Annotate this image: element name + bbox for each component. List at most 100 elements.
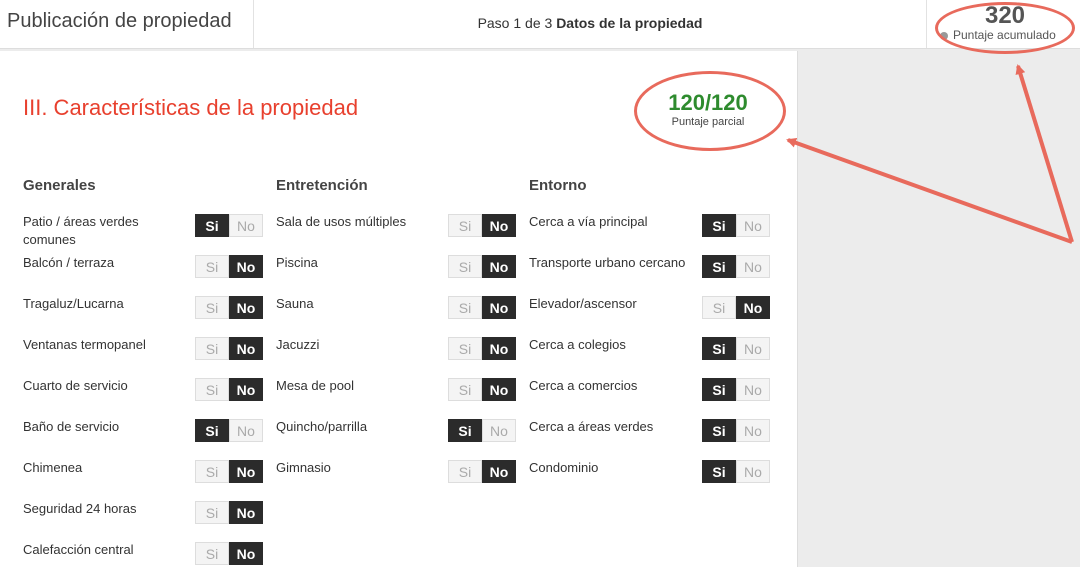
toggle-yes-option[interactable]: Si — [702, 460, 736, 483]
toggle-no-option[interactable]: No — [229, 255, 263, 278]
yes-no-toggle[interactable]: Si No — [448, 460, 516, 483]
yes-no-toggle[interactable]: Si No — [702, 378, 770, 401]
feature-label: Seguridad 24 horas — [23, 501, 137, 516]
toggle-yes-option[interactable]: Si — [702, 337, 736, 360]
toggle-yes-option[interactable]: Si — [702, 255, 736, 278]
column-heading: Entorno — [529, 177, 587, 194]
toggle-no-option[interactable]: No — [229, 419, 263, 442]
feature-label: Cerca a áreas verdes — [529, 419, 654, 434]
toggle-yes-option[interactable]: Si — [448, 255, 482, 278]
divider — [926, 0, 927, 48]
toggle-yes-option[interactable]: Si — [448, 296, 482, 319]
column-heading: Entretención — [276, 177, 368, 194]
yes-no-toggle[interactable]: Si No — [702, 296, 770, 319]
toggle-yes-option[interactable]: Si — [195, 419, 229, 442]
feature-label: Sala de usos múltiples — [276, 214, 407, 229]
feature-label: Baño de servicio — [23, 419, 120, 434]
section-title: III. Características de la propiedad — [23, 95, 359, 120]
toggle-no-option[interactable]: No — [229, 214, 263, 237]
yes-no-toggle[interactable]: Si No — [702, 460, 770, 483]
yes-no-toggle[interactable]: Si No — [448, 255, 516, 278]
yes-no-toggle[interactable]: Si No — [702, 214, 770, 237]
feature-label: Quincho/parrilla — [276, 419, 368, 434]
toggle-no-option[interactable]: No — [482, 296, 516, 319]
feature-label: Mesa de pool — [276, 378, 355, 393]
top-bar: Publicación de propiedad Paso 1 de 3 Dat… — [0, 0, 1080, 49]
feature-label: Ventanas termopanel — [23, 337, 146, 352]
yes-no-toggle[interactable]: Si No — [195, 542, 263, 565]
yes-no-toggle[interactable]: Si No — [195, 378, 263, 401]
toggle-yes-option[interactable]: Si — [702, 378, 736, 401]
toggle-yes-option[interactable]: Si — [702, 214, 736, 237]
feature-label: Elevador/ascensor — [529, 296, 637, 311]
toggle-yes-option[interactable]: Si — [195, 378, 229, 401]
toggle-no-option[interactable]: No — [482, 378, 516, 401]
toggle-yes-option[interactable]: Si — [448, 419, 482, 442]
toggle-yes-option[interactable]: Si — [702, 419, 736, 442]
partial-score-label: Puntaje parcial — [671, 116, 745, 128]
toggle-yes-option[interactable]: Si — [195, 214, 229, 237]
yes-no-toggle[interactable]: Si No — [195, 214, 263, 237]
page-title: Publicación de propiedad — [7, 10, 232, 32]
toggle-yes-option[interactable]: Si — [195, 460, 229, 483]
toggle-no-option[interactable]: No — [229, 296, 263, 319]
column-heading: Generales — [23, 177, 96, 194]
yes-no-toggle[interactable]: Si No — [448, 214, 516, 237]
toggle-yes-option[interactable]: Si — [448, 214, 482, 237]
feature-label: Condominio — [529, 460, 599, 475]
yes-no-toggle[interactable]: Si No — [448, 419, 516, 442]
toggle-no-option[interactable]: No — [229, 378, 263, 401]
toggle-no-option[interactable]: No — [736, 255, 770, 278]
feature-label: Cerca a vía principal — [529, 214, 648, 229]
toggle-yes-option[interactable]: Si — [448, 460, 482, 483]
yes-no-toggle[interactable]: Si No — [448, 296, 516, 319]
toggle-no-option[interactable]: No — [482, 419, 516, 442]
accumulated-score-value: 320 — [984, 2, 1026, 29]
feature-label: Gimnasio — [276, 460, 331, 475]
step-indicator: Paso 1 de 3 Datos de la propiedad — [254, 15, 926, 31]
yes-no-toggle[interactable]: Si No — [702, 255, 770, 278]
toggle-no-option[interactable]: No — [736, 460, 770, 483]
accumulated-score: Puntaje acumulado — [940, 28, 1056, 42]
toggle-yes-option[interactable]: Si — [195, 337, 229, 360]
toggle-yes-option[interactable]: Si — [448, 337, 482, 360]
toggle-no-option[interactable]: No — [736, 419, 770, 442]
toggle-yes-option[interactable]: Si — [195, 501, 229, 524]
toggle-no-option[interactable]: No — [229, 460, 263, 483]
yes-no-toggle[interactable]: Si No — [195, 337, 263, 360]
toggle-no-option[interactable]: No — [736, 378, 770, 401]
step-prefix: Paso 1 de 3 — [477, 15, 553, 31]
step-name: Datos de la propiedad — [556, 15, 703, 31]
yes-no-toggle[interactable]: Si No — [448, 378, 516, 401]
toggle-no-option[interactable]: No — [482, 337, 516, 360]
arrow-to-accumulated-score — [1015, 64, 1074, 243]
feature-label: Balcón / terraza — [23, 255, 115, 270]
toggle-yes-option[interactable]: Si — [702, 296, 736, 319]
toggle-yes-option[interactable]: Si — [195, 542, 229, 565]
yes-no-toggle[interactable]: Si No — [195, 460, 263, 483]
toggle-no-option[interactable]: No — [736, 296, 770, 319]
info-icon — [940, 31, 948, 40]
feature-label: Calefacción central — [23, 542, 134, 557]
yes-no-toggle[interactable]: Si No — [195, 501, 263, 524]
yes-no-toggle[interactable]: Si No — [448, 337, 516, 360]
toggle-no-option[interactable]: No — [482, 214, 516, 237]
feature-label: Transporte urbano cercano — [529, 255, 686, 270]
toggle-no-option[interactable]: No — [229, 501, 263, 524]
toggle-yes-option[interactable]: Si — [195, 296, 229, 319]
yes-no-toggle[interactable]: Si No — [195, 296, 263, 319]
toggle-no-option[interactable]: No — [229, 337, 263, 360]
feature-label: Patio / áreas verdes comunes — [23, 214, 139, 247]
toggle-no-option[interactable]: No — [736, 337, 770, 360]
toggle-yes-option[interactable]: Si — [195, 255, 229, 278]
toggle-no-option[interactable]: No — [229, 542, 263, 565]
yes-no-toggle[interactable]: Si No — [195, 419, 263, 442]
toggle-no-option[interactable]: No — [736, 214, 770, 237]
yes-no-toggle[interactable]: Si No — [195, 255, 263, 278]
yes-no-toggle[interactable]: Si No — [702, 337, 770, 360]
yes-no-toggle[interactable]: Si No — [702, 419, 770, 442]
arrow-to-partial-score — [786, 137, 1073, 244]
toggle-yes-option[interactable]: Si — [448, 378, 482, 401]
toggle-no-option[interactable]: No — [482, 460, 516, 483]
toggle-no-option[interactable]: No — [482, 255, 516, 278]
